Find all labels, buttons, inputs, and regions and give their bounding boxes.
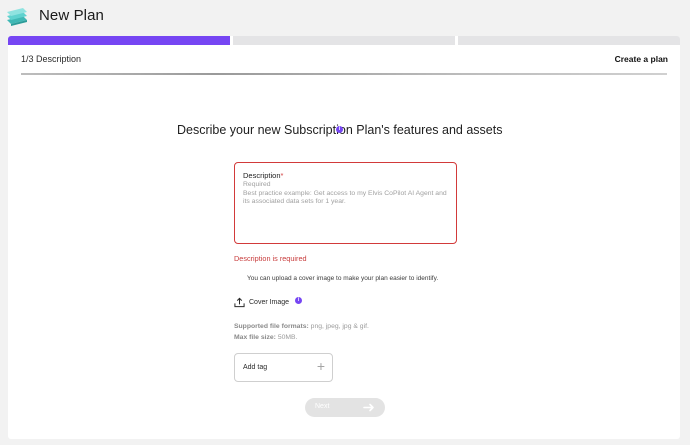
required-mark: * <box>280 171 284 180</box>
page-title: New Plan <box>39 7 104 24</box>
description-field[interactable]: Description* Required Best practice exam… <box>234 162 457 244</box>
app-header: New Plan <box>0 0 690 36</box>
cover-image-info-icon[interactable]: i <box>295 297 302 304</box>
heading-info-icon[interactable]: i <box>336 126 343 133</box>
description-placeholder-line1: Required <box>243 181 271 188</box>
step-header: 1/3 Description Create a plan <box>8 45 680 75</box>
arrow-right-icon <box>363 403 374 412</box>
plan-form-card: 1/3 Description Create a plan Describe y… <box>8 36 680 439</box>
step-indicator: 1/3 Description <box>21 54 82 64</box>
formats-value: png, jpeg, jpg & gif. <box>310 323 369 330</box>
description-placeholder: Required Best practice example: Get acce… <box>243 181 455 207</box>
upload-icon <box>234 297 245 307</box>
progress-segment-2 <box>233 36 455 45</box>
description-placeholder-line2: Best practice example: Get access to my … <box>243 189 447 206</box>
step-progress-bar <box>8 36 680 45</box>
progress-segment-1 <box>8 36 230 45</box>
next-label: Next <box>315 403 330 410</box>
upload-hint: You can upload a cover image to make you… <box>247 275 439 282</box>
max-size-label: Max file size: <box>234 333 276 341</box>
file-requirements: Supported file formats: png, jpeg, jpg &… <box>234 322 369 343</box>
progress-segment-3 <box>458 36 680 45</box>
step-title: Create a plan <box>614 54 668 64</box>
description-error: Description is required <box>234 254 307 263</box>
plus-icon: + <box>316 358 325 374</box>
step-divider <box>21 73 667 75</box>
cover-image-label: Cover Image <box>249 298 290 306</box>
stacked-cards-logo-icon <box>7 8 27 26</box>
formats-label: Supported file formats: <box>234 323 309 330</box>
add-tag-label: Add tag <box>243 364 268 371</box>
description-label-text: Description <box>243 171 281 180</box>
cover-image-upload-button[interactable]: Cover Image <box>234 296 289 308</box>
add-tag-button[interactable]: Add tag + <box>234 353 333 382</box>
max-size-value: 50MB. <box>277 333 298 341</box>
next-button[interactable]: Next <box>305 398 385 417</box>
description-label: Description* <box>243 171 283 180</box>
